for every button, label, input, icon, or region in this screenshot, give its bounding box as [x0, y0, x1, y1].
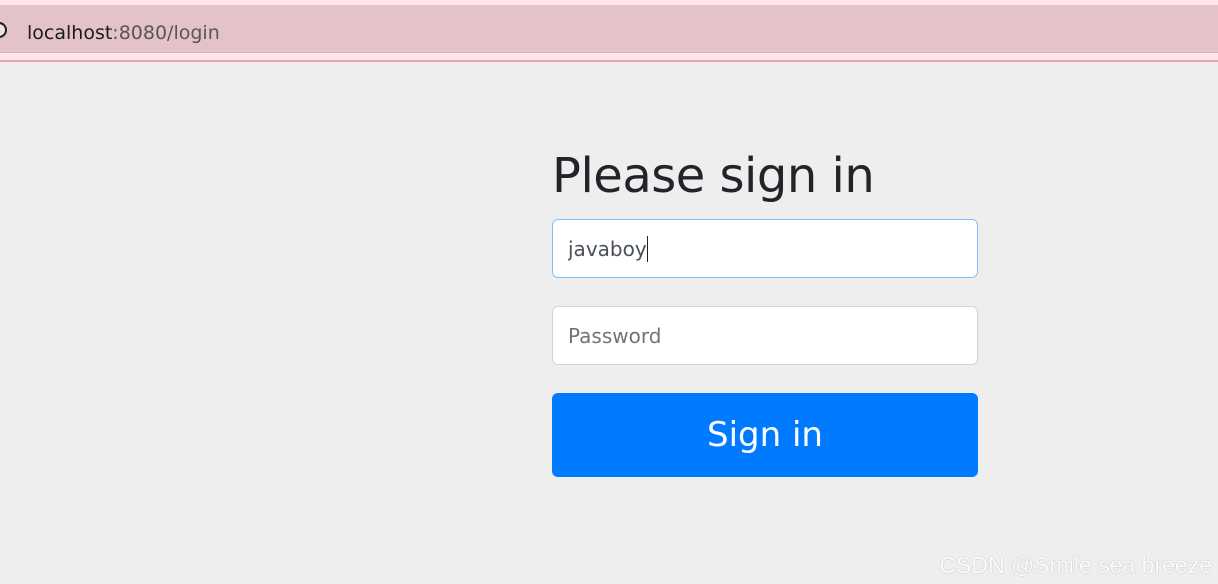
url-path: :8080/login	[112, 22, 220, 44]
url-text[interactable]: localhost:8080/login	[27, 22, 220, 44]
url-host: localhost	[27, 22, 113, 44]
address-bar-divider	[0, 60, 1218, 62]
password-input[interactable]	[552, 306, 978, 365]
sign-in-form: Please sign in javaboy Sign in	[552, 140, 978, 477]
address-bar: localhost:8080/login	[0, 0, 1218, 62]
watermark: CSDN @Smile sea breeze	[939, 552, 1212, 578]
username-input[interactable]	[552, 219, 978, 278]
page-title: Please sign in	[552, 148, 875, 204]
sign-in-button[interactable]: Sign in	[552, 393, 978, 477]
address-bar-field[interactable]: localhost:8080/login	[0, 5, 1218, 53]
site-info-icon[interactable]	[0, 22, 7, 38]
